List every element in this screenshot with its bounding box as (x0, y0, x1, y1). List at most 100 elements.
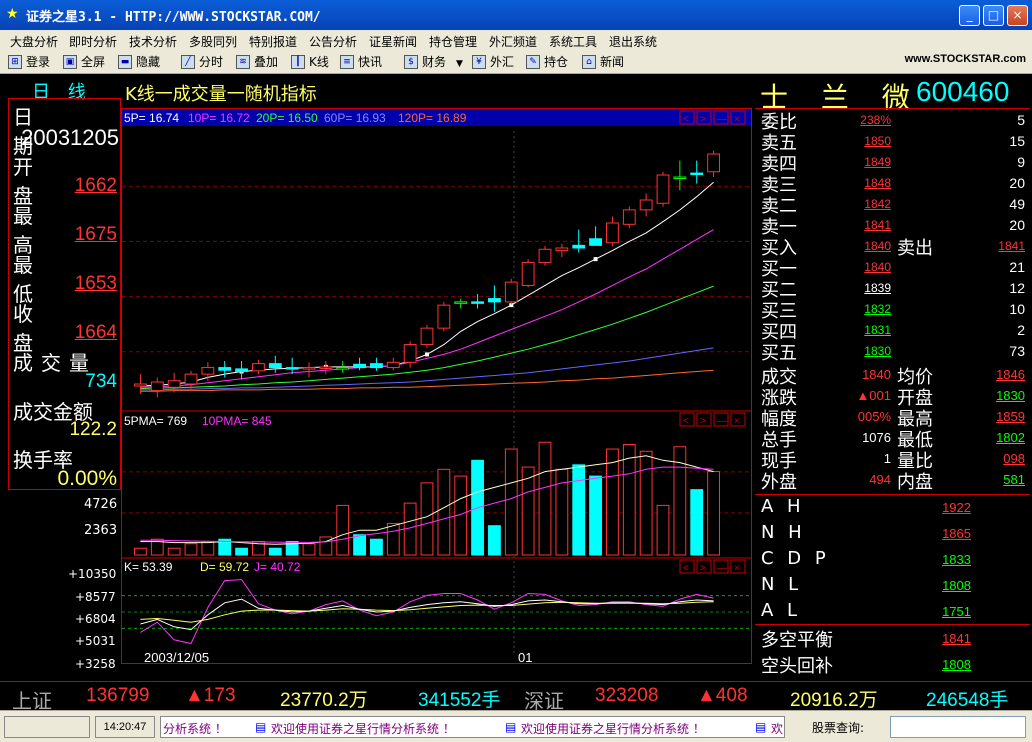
candle-body (690, 172, 704, 176)
finance-button[interactable]: $ 财务 ▼ (404, 53, 463, 71)
close-button[interactable]: × (1007, 5, 1028, 26)
candle-body (420, 327, 434, 346)
ma5-marker (425, 352, 429, 357)
control-button-glyph: × (734, 114, 740, 125)
stat-value: 1859 (996, 409, 1025, 424)
vol-panel-control-button[interactable]: > (696, 412, 712, 427)
pivot-label: N L (761, 574, 803, 595)
buy-level-row[interactable]: 买五 1830 73 (761, 340, 1025, 364)
menu-positions[interactable]: 持仓管理 (429, 33, 477, 50)
sell-level-price: 1842 (864, 197, 891, 211)
amount-value: 122.2 (69, 419, 117, 440)
kdj-axis-label: +8577 (75, 590, 116, 604)
overlay-label: 叠加 (254, 55, 279, 69)
kline-chart-svg[interactable]: < > — × < > — × < > — × 5P= 16.74 10P= 16.72 20P= 1… (122, 109, 751, 663)
maximize-button[interactable]: □ (983, 5, 1004, 26)
sell-level-row[interactable]: 卖四 1849 9 (761, 151, 1025, 175)
timeshare-button[interactable]: ╱ 分时 (181, 53, 223, 71)
fullscreen-button[interactable]: ▣ 全屏 (63, 53, 105, 71)
sell-level-row[interactable]: 卖一 1841 20 (761, 214, 1025, 238)
stat-value: 1 (883, 451, 891, 466)
buy-level-row[interactable]: 买一 1840 21 (761, 256, 1025, 280)
kdj-panel-control-button[interactable]: — (713, 559, 729, 574)
buy-level-row[interactable]: 买四 1831 2 (761, 319, 1025, 343)
candle-body (218, 367, 232, 371)
menu-forex[interactable]: 外汇频道 (489, 33, 537, 50)
candle-body (150, 381, 164, 392)
candle-body (589, 238, 602, 246)
news-ticker[interactable]: 分析系统 ！ ▤ 欢迎使用证券之星行情分析系统 ！ ▤ 欢迎使用证券之星行情分析… (160, 716, 785, 738)
buyin-row[interactable]: 买入 1840 卖出 1841 (761, 235, 1025, 259)
chart-area[interactable]: < > — × < > — × < > — × 5P= 16.74 10P= 16.72 20P= 1… (121, 108, 752, 664)
menu-news[interactable]: 证星新闻 (369, 33, 417, 50)
news-button[interactable]: ⌂ 新闻 (582, 53, 624, 71)
stat-value: 494 (869, 472, 891, 487)
chevron-down-icon[interactable]: ▼ (456, 59, 463, 69)
menu-announcement[interactable]: 公告分析 (309, 33, 357, 50)
ma-panel-control-button[interactable]: — (713, 110, 729, 125)
kline-label: K线 (309, 55, 329, 69)
overlay-button[interactable]: ≋ 叠加 (236, 53, 278, 71)
quote-info-panel: 日 期 20031205 开 盘 1662 最 高 1675 最 低 1653 … (8, 98, 121, 490)
menu-special-report[interactable]: 特别报道 (249, 33, 297, 50)
kdj-axis-label: +10350 (68, 567, 117, 581)
minimize-button[interactable]: _ (959, 5, 980, 26)
divider (755, 494, 1030, 495)
app-icon: ★ (6, 6, 19, 22)
menu-realtime[interactable]: 即时分析 (69, 33, 117, 50)
ma10-line (140, 229, 714, 388)
buy-level-volume: 2 (1017, 322, 1025, 338)
volume-bar (572, 464, 586, 556)
commission-ratio-row[interactable]: 委比 238% 5 (761, 109, 1025, 133)
window-title: 证券之星3.1 - HTTP://WWW.STOCKSTAR.COM/ (26, 10, 321, 25)
candle-body (235, 368, 248, 373)
vol-panel-control-button[interactable]: × (730, 412, 746, 427)
volume-value: 734 (85, 371, 117, 392)
candle-body (622, 209, 636, 225)
forex-label: 外汇 (490, 55, 515, 69)
menu-technical[interactable]: 技术分析 (129, 33, 177, 50)
buy-level-row[interactable]: 买三 1832 10 (761, 298, 1025, 322)
control-button-glyph: — (717, 416, 727, 427)
menu-tools[interactable]: 系统工具 (549, 33, 597, 50)
candle-body (302, 367, 316, 370)
stock-search-input[interactable] (890, 716, 1026, 738)
pivot-row: A H 1922 (761, 496, 1025, 520)
hide-button[interactable]: ▬ 隐藏 (118, 53, 160, 71)
stat-value: 1830 (996, 388, 1025, 403)
sell-level-row[interactable]: 卖二 1842 49 (761, 193, 1025, 217)
low-value: 1653 (74, 273, 117, 294)
x-axis-month-label: 01 (518, 650, 532, 663)
kline-icon: ┃ (291, 55, 305, 69)
flash-news-button[interactable]: ≡ 快讯 (340, 53, 382, 71)
kline-button[interactable]: ┃ K线 (291, 53, 329, 71)
control-button-glyph: > (700, 416, 706, 427)
vol-panel-control-button[interactable]: — (713, 412, 729, 427)
volume-bar (437, 468, 451, 556)
buy-level-volume: 10 (1009, 301, 1025, 317)
volume-bar (184, 543, 198, 556)
menu-multi-stock[interactable]: 多股同列 (189, 33, 237, 50)
sell-level-row[interactable]: 卖五 1850 15 (761, 130, 1025, 154)
ticker-message: 欢迎使用证券之星行情分析系统 ！ (521, 722, 705, 736)
buy-level-price: 1839 (864, 281, 891, 295)
forex-button[interactable]: ¥ 外汇 (472, 53, 514, 71)
candle-body (167, 380, 181, 388)
candle-body (336, 367, 350, 370)
login-button[interactable]: ⊞ 登录 (8, 53, 50, 71)
sell-level-row[interactable]: 卖三 1848 20 (761, 172, 1025, 196)
ticker-icon: ▤ (505, 720, 517, 734)
menu-market-analysis[interactable]: 大盘分析 (10, 33, 58, 50)
sell-level-price: 1850 (864, 134, 891, 148)
menu-exit[interactable]: 退出系统 (609, 33, 657, 50)
holdings-button[interactable]: ✎ 持仓 (526, 53, 568, 71)
stat-value: 1846 (996, 367, 1025, 382)
kdj-panel-control-button[interactable]: < (679, 559, 695, 574)
vol-panel-control-button[interactable]: < (679, 412, 695, 427)
buy-level-row[interactable]: 买二 1839 12 (761, 277, 1025, 301)
kdj-panel-control-button[interactable]: > (696, 559, 712, 574)
kdj-panel-control-button[interactable]: × (730, 559, 746, 574)
volume-bar (370, 538, 383, 556)
ticker-icon: ▤ (755, 720, 767, 734)
news-label: 新闻 (600, 55, 625, 69)
